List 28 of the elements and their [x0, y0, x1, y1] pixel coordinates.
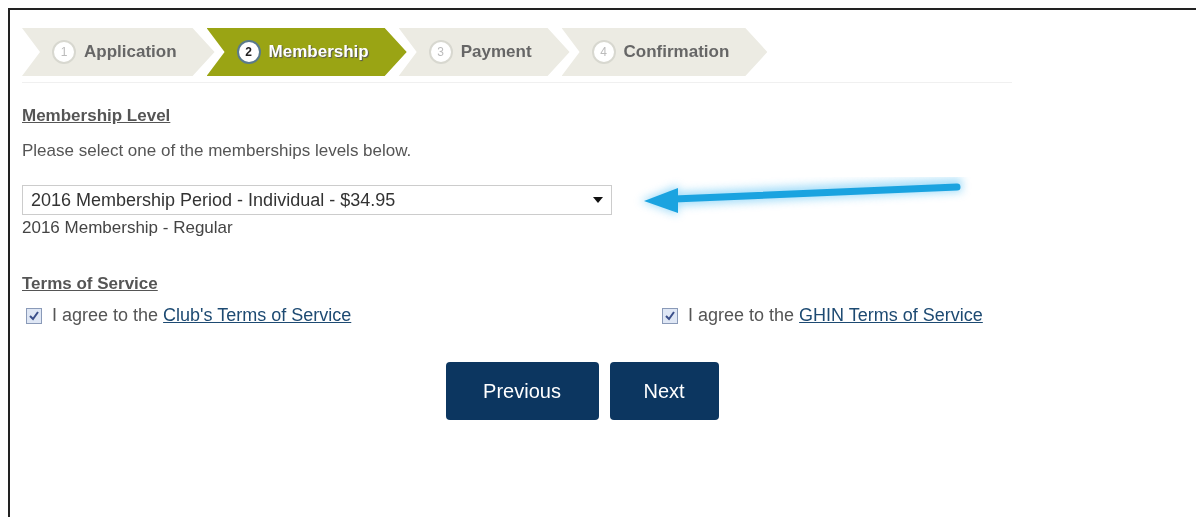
- instruction-text: Please select one of the memberships levels below.: [22, 139, 413, 162]
- agree-checkbox[interactable]: [662, 307, 678, 324]
- membership-select[interactable]: 2016 Membership Period - Individual - $34.95: [22, 185, 612, 215]
- nav-button[interactable]: Next: [609, 362, 719, 420]
- step-number: 3: [428, 40, 453, 64]
- step-tab[interactable]: 3 Payment: [398, 28, 570, 76]
- section-heading: Terms of Service: [22, 272, 159, 295]
- check-icon: [665, 310, 675, 321]
- step-label: Membership: [268, 41, 369, 64]
- caret-icon: [593, 197, 603, 203]
- terms-link[interactable]: GHIN Terms of Service: [799, 305, 983, 325]
- membership-description: 2016 Membership - Regular: [22, 217, 234, 239]
- step-number: 4: [591, 40, 616, 64]
- section-heading: Membership Level: [22, 105, 172, 127]
- nav-button[interactable]: Previous: [445, 362, 599, 420]
- step-number: 1: [52, 40, 76, 64]
- step-number: 2: [236, 40, 261, 64]
- step-label: Payment: [460, 41, 532, 64]
- step-label: Application: [84, 41, 177, 64]
- agree-text: I agree to the GHIN Terms of Service: [688, 304, 983, 327]
- check-icon: [29, 310, 39, 321]
- step-tab[interactable]: 1 Application: [22, 28, 215, 76]
- step-tab[interactable]: 2 Membership: [206, 28, 407, 76]
- step-tab[interactable]: 4 Confirmation: [561, 28, 768, 76]
- agree-checkbox[interactable]: [26, 307, 42, 324]
- agree-text: I agree to the Club's Terms of Service: [52, 304, 352, 327]
- step-label: Confirmation: [623, 41, 730, 64]
- terms-link[interactable]: Club's Terms of Service: [163, 305, 352, 325]
